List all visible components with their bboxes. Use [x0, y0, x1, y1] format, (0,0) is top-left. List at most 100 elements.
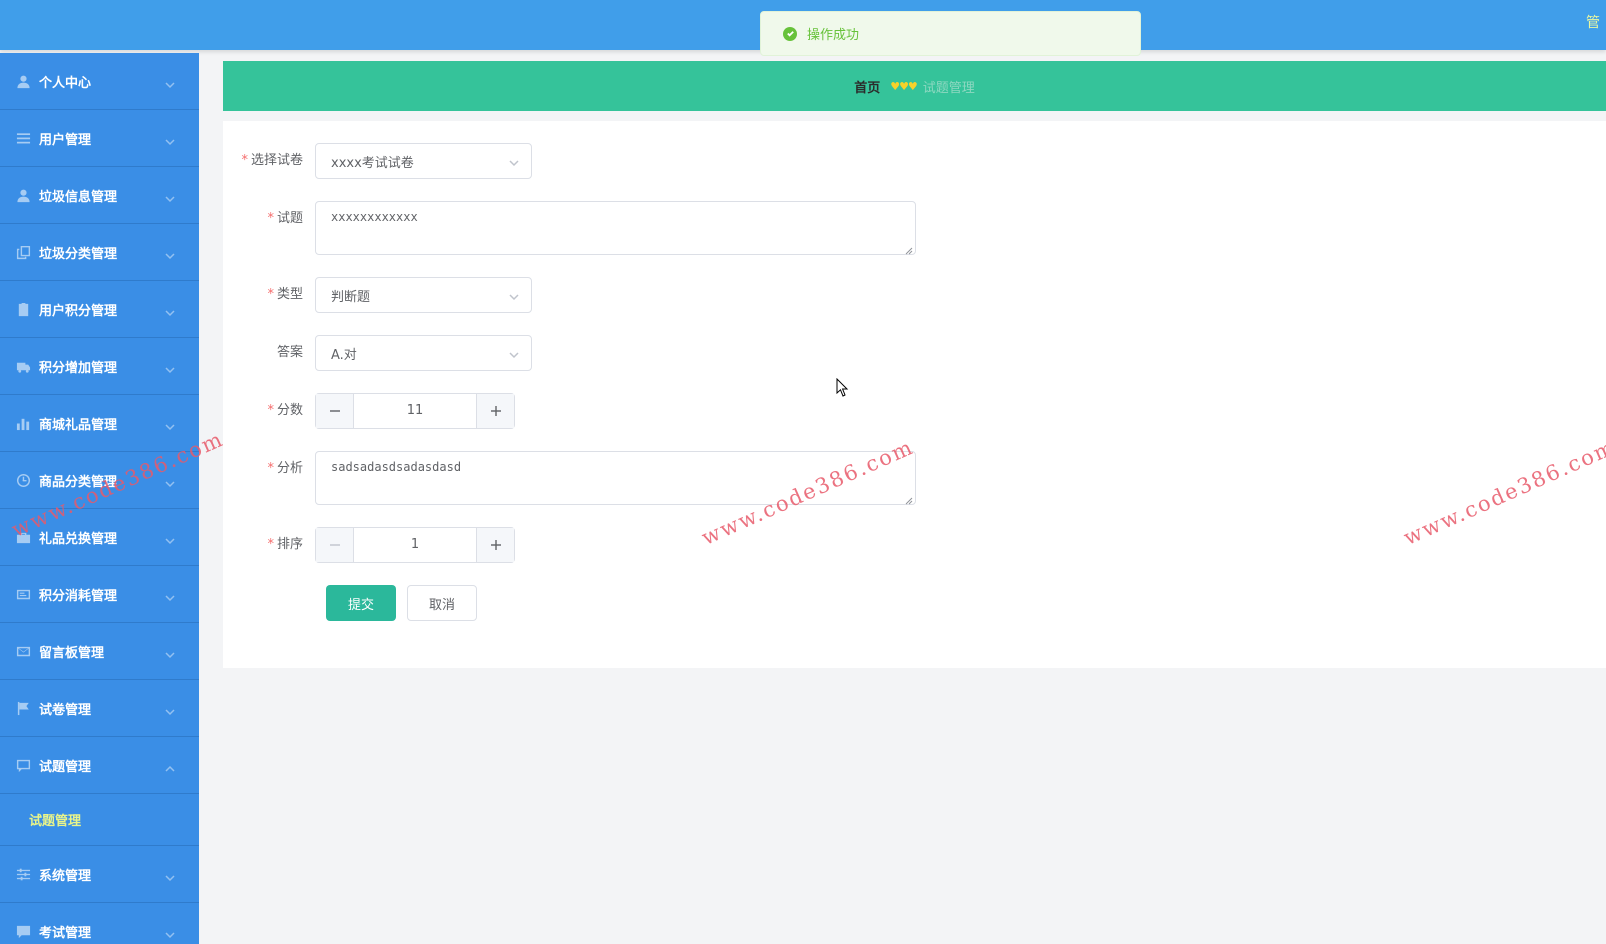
score-decrease-button[interactable]	[316, 394, 354, 428]
sidebar-item-label: 考试管理	[39, 925, 92, 941]
sidebar-item-label: 商城礼品管理	[39, 417, 118, 433]
sidebar-item-mall-gifts[interactable]: 商城礼品管理	[0, 395, 199, 452]
sliders-icon	[15, 866, 31, 882]
analysis-label: * 分析	[267, 461, 303, 476]
user-icon	[15, 187, 31, 203]
sidebar-item-label: 积分消耗管理	[39, 588, 118, 604]
sidebar-item-user-management[interactable]: 用户管理	[0, 110, 199, 167]
order-input[interactable]: 1	[354, 528, 476, 562]
form-row-type: * 类型 判断题	[223, 277, 532, 313]
required-mark: *	[267, 537, 274, 552]
required-mark: *	[241, 153, 248, 168]
sidebar-item-exam-paper[interactable]: 试卷管理	[0, 680, 199, 737]
breadcrumb-home[interactable]: 首页	[854, 77, 880, 96]
question-form: * 选择试卷 xxxx考试试卷 * 试题 xxxxxxxxxxxx * 类型 判断题 …	[223, 121, 1606, 668]
sidebar-item-label: 试卷管理	[39, 702, 92, 718]
required-mark: *	[267, 211, 274, 226]
chevron-down-icon	[165, 75, 175, 89]
sidebar-item-label: 留言板管理	[39, 645, 105, 661]
type-label: * 类型	[267, 287, 303, 302]
submit-button[interactable]: 提交	[326, 585, 396, 621]
sidebar-item-user-points[interactable]: 用户积分管理	[0, 281, 199, 338]
sidebar-item-label: 试题管理	[39, 759, 92, 775]
paper-select[interactable]: xxxx考试试卷	[315, 143, 532, 179]
chevron-down-icon	[165, 702, 175, 716]
paper-label: * 选择试卷	[241, 153, 303, 168]
chevron-down-icon	[165, 303, 175, 317]
chevron-down-icon	[509, 349, 519, 359]
score-label: * 分数	[267, 403, 303, 418]
minus-icon	[329, 544, 340, 546]
order-stepper: 1	[315, 527, 515, 563]
form-row-score: * 分数 11	[223, 393, 515, 429]
sidebar-item-points-consumption[interactable]: 积分消耗管理	[0, 566, 199, 623]
answer-label: 答案	[276, 345, 303, 360]
sidebar-item-question-management[interactable]: 试题管理	[0, 737, 199, 794]
sidebar-item-label: 礼品兑换管理	[39, 531, 118, 547]
required-mark: *	[267, 403, 274, 418]
sidebar-item-label: 垃圾信息管理	[39, 189, 118, 205]
required-mark: *	[267, 461, 274, 476]
chevron-down-icon	[165, 246, 175, 260]
sidebar-item-system-management[interactable]: 系统管理	[0, 846, 199, 903]
minus-icon	[329, 410, 340, 412]
chevron-down-icon	[165, 588, 175, 602]
sidebar-item-label: 用户管理	[39, 132, 92, 148]
order-decrease-button[interactable]	[316, 528, 354, 562]
score-stepper: 11	[315, 393, 515, 429]
resize-grip-icon[interactable]	[905, 494, 913, 505]
chevron-down-icon	[165, 645, 175, 659]
sidebar-item-label: 系统管理	[39, 868, 92, 884]
breadcrumb: 首页 ♥♥♥ 试题管理	[223, 61, 1606, 111]
resize-grip-icon[interactable]	[905, 244, 913, 255]
chevron-down-icon	[509, 291, 519, 301]
chevron-up-icon	[165, 759, 175, 772]
score-input[interactable]: 11	[354, 394, 476, 428]
score-increase-button[interactable]	[476, 394, 514, 428]
order-label: * 排序	[267, 537, 303, 552]
sidebar-item-points-increase[interactable]: 积分增加管理	[0, 338, 199, 395]
answer-select[interactable]: A.对	[315, 335, 532, 371]
sidebar-item-label: 积分增加管理	[39, 360, 118, 376]
sidebar-item-label: 个人中心	[39, 75, 92, 91]
sidebar-item-label: 垃圾分类管理	[39, 246, 118, 262]
chevron-down-icon	[165, 360, 175, 374]
chevron-down-icon	[165, 925, 175, 939]
type-select[interactable]: 判断题	[315, 277, 532, 313]
heart-separator-icon: ♥♥♥	[890, 79, 918, 93]
sidebar-item-message-board[interactable]: 留言板管理	[0, 623, 199, 680]
plus-icon	[490, 406, 501, 416]
chevron-down-icon	[165, 868, 175, 882]
plus-icon	[490, 540, 501, 550]
order-increase-button[interactable]	[476, 528, 514, 562]
breadcrumb-current: 试题管理	[922, 80, 975, 96]
chevron-down-icon	[165, 417, 175, 431]
sidebar-item-personal-center[interactable]: 个人中心	[0, 53, 199, 110]
header-user-text[interactable]: 管	[1586, 12, 1606, 32]
sidebar-item-label: 用户积分管理	[39, 303, 118, 319]
copy-icon	[15, 244, 31, 260]
clock-icon	[15, 472, 31, 488]
form-row-paper: * 选择试卷 xxxx考试试卷	[223, 143, 532, 179]
chevron-down-icon	[509, 157, 519, 167]
form-row-answer: 答案 A.对	[223, 335, 532, 371]
sidebar-item-exam-management[interactable]: 考试管理	[0, 903, 199, 944]
clipboard-icon	[15, 301, 31, 317]
sidebar-item-garbage-info[interactable]: 垃圾信息管理	[0, 167, 199, 224]
analysis-text: sadsadasdsadasdasd	[331, 460, 462, 474]
bar-chart-icon	[15, 415, 31, 431]
card-icon	[15, 586, 31, 602]
message-icon	[15, 757, 31, 773]
submenu-item-question-management[interactable]: 试题管理	[0, 794, 199, 846]
paper-select-value: xxxx考试试卷	[331, 155, 414, 171]
toast-message: 操作成功	[807, 28, 860, 43]
check-circle-icon	[783, 26, 797, 41]
sidebar-item-garbage-category[interactable]: 垃圾分类管理	[0, 224, 199, 281]
question-label: * 试题	[267, 211, 303, 226]
question-textarea[interactable]: xxxxxxxxxxxx	[315, 201, 916, 255]
required-mark: *	[267, 287, 274, 302]
form-actions: 提交 取消	[326, 585, 477, 621]
cancel-button[interactable]: 取消	[407, 585, 477, 621]
flag-icon	[15, 700, 31, 716]
question-text: xxxxxxxxxxxx	[331, 210, 418, 224]
